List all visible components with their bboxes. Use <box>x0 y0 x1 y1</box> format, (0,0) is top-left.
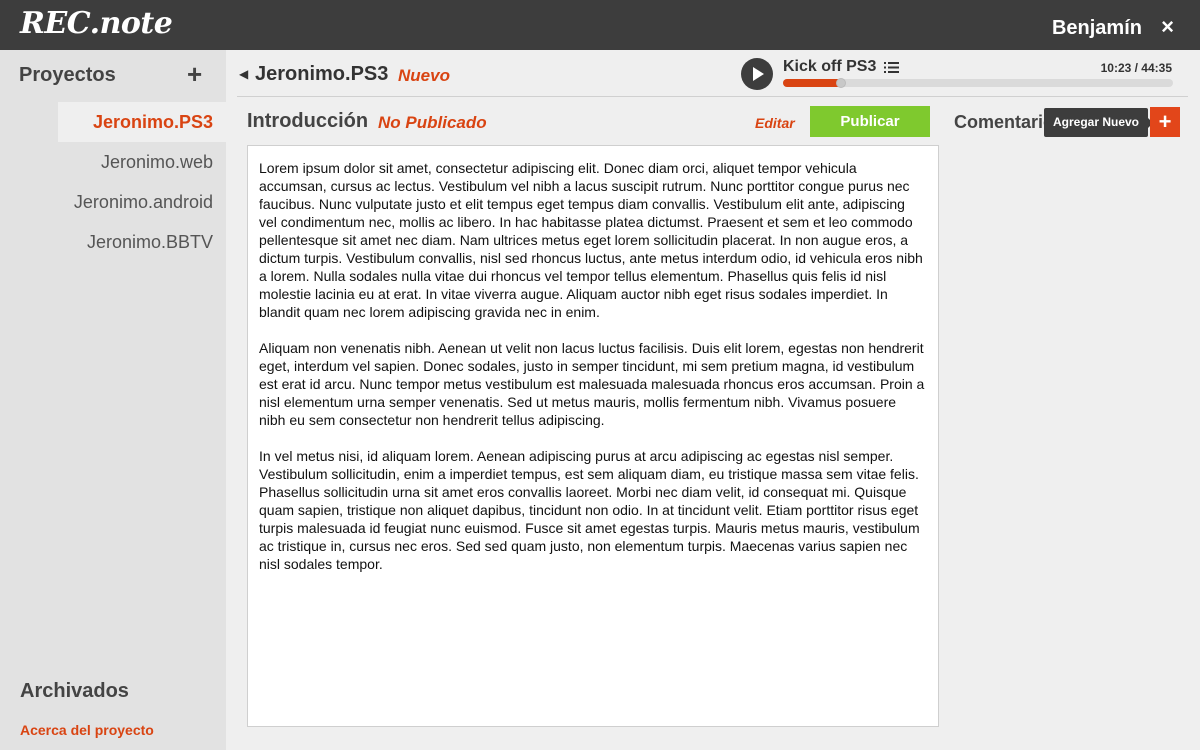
list-icon[interactable] <box>884 62 899 73</box>
paragraph: Lorem ipsum dolor sit amet, consectetur … <box>259 160 923 320</box>
sidebar-item-jeronimo-bbtv[interactable]: Jeronimo.BBTV <box>58 222 226 262</box>
header-divider <box>237 96 1188 97</box>
sidebar-title: Proyectos <box>19 64 116 86</box>
project-status-badge: Nuevo <box>398 66 450 85</box>
time-readout: 10:23 / 44:35 <box>1100 61 1172 75</box>
comments-title: Comentarios <box>954 112 1049 132</box>
sidebar-item-jeronimo-web[interactable]: Jeronimo.web <box>58 142 226 182</box>
progress-handle[interactable] <box>836 78 846 88</box>
paragraph: In vel metus nisi, id aliquam lorem. Aen… <box>259 448 920 572</box>
archived-link[interactable]: Archivados <box>20 680 129 703</box>
add-project-button[interactable]: + <box>187 60 202 88</box>
app-logo[interactable]: REC.note <box>20 6 173 41</box>
playback-progress-bar[interactable] <box>783 78 1173 88</box>
sidebar-item-jeronimo-ps3[interactable]: Jeronimo.PS3 <box>58 102 226 142</box>
back-arrow-icon[interactable]: ◀ <box>239 67 248 81</box>
top-bar: REC.note Benjamín × <box>0 0 1200 50</box>
track-title: Kick off PS3 <box>783 58 877 75</box>
section-status-badge: No Publicado <box>378 113 487 132</box>
sidebar-item-jeronimo-android[interactable]: Jeronimo.android <box>58 182 226 222</box>
about-project-link[interactable]: Acerca del proyecto <box>20 722 154 738</box>
project-title: Jeronimo.PS3 <box>255 63 389 85</box>
publish-button[interactable]: Publicar <box>810 106 930 137</box>
paragraph: Aliquam non venenatis nibh. Aenean ut ve… <box>259 340 925 428</box>
document-body[interactable]: Lorem ipsum dolor sit amet, consectetur … <box>247 145 939 727</box>
add-comment-button[interactable]: + <box>1150 107 1180 137</box>
sidebar: Proyectos + Jeronimo.PS3 Jeronimo.web Je… <box>0 50 226 750</box>
user-name[interactable]: Benjamín <box>1052 17 1142 40</box>
edit-link[interactable]: Editar <box>755 115 795 131</box>
section-title: Introducción <box>247 110 369 132</box>
progress-fill <box>783 79 842 87</box>
play-icon[interactable] <box>741 58 773 90</box>
add-comment-tooltip: Agregar Nuevo <box>1044 108 1153 137</box>
close-icon[interactable]: × <box>1161 16 1174 38</box>
